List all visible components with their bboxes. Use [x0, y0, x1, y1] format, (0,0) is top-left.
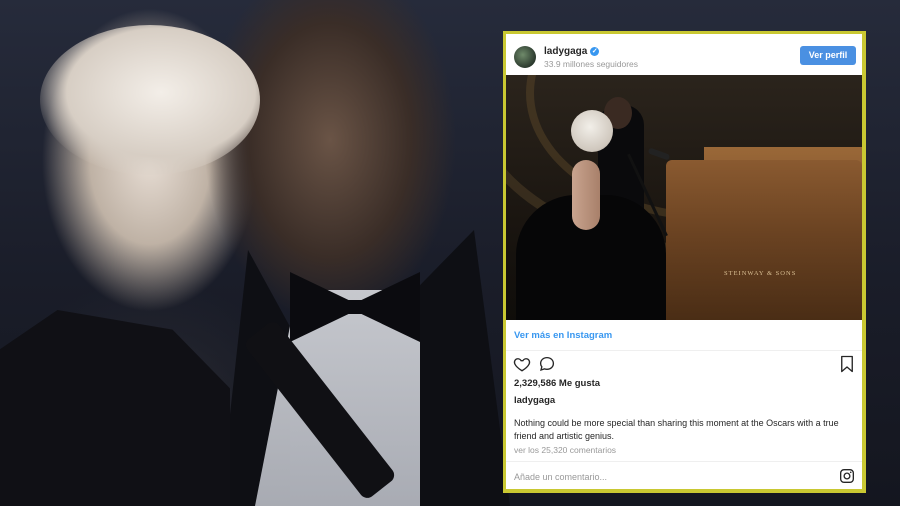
post-actions — [506, 354, 862, 374]
username-text[interactable]: ladygaga — [544, 46, 587, 57]
piano — [666, 160, 862, 320]
see-more-on-instagram-link[interactable]: Ver más en Instagram — [514, 330, 612, 341]
bookmark-icon[interactable] — [839, 355, 855, 373]
like-count[interactable]: 2,329,586 Me gusta — [514, 378, 600, 389]
background-photo-hair — [40, 25, 260, 175]
follower-count: 33.9 millones seguidores — [544, 59, 639, 69]
piano-logo: STEINWAY & SONS — [724, 270, 797, 277]
instagram-post-card: ladygaga ✓ 33.9 millones seguidores Ver p… — [506, 34, 862, 489]
view-profile-button[interactable]: Ver perfil — [800, 46, 856, 65]
username[interactable]: ladygaga ✓ — [544, 46, 600, 57]
avatar[interactable] — [514, 46, 536, 68]
heart-icon[interactable] — [513, 355, 531, 373]
comment-icon[interactable] — [538, 355, 556, 373]
instagram-embed: ladygaga ✓ 33.9 millones seguidores Ver p… — [503, 31, 866, 493]
divider — [506, 350, 862, 351]
post-header: ladygaga ✓ 33.9 millones seguidores Ver p… — [506, 34, 862, 74]
instagram-logo-icon[interactable] — [839, 468, 855, 484]
add-comment-input[interactable] — [514, 470, 814, 484]
singer-arm — [572, 160, 600, 230]
divider — [506, 461, 862, 462]
singer-hair — [571, 110, 613, 152]
verified-badge-icon: ✓ — [590, 47, 600, 56]
view-comments-link[interactable]: ver los 25,320 comentarios — [514, 445, 616, 455]
caption-username[interactable]: ladygaga — [514, 395, 555, 406]
post-image[interactable]: STEINWAY & SONS — [506, 75, 862, 320]
caption-text: Nothing could be more special than shari… — [514, 418, 839, 441]
